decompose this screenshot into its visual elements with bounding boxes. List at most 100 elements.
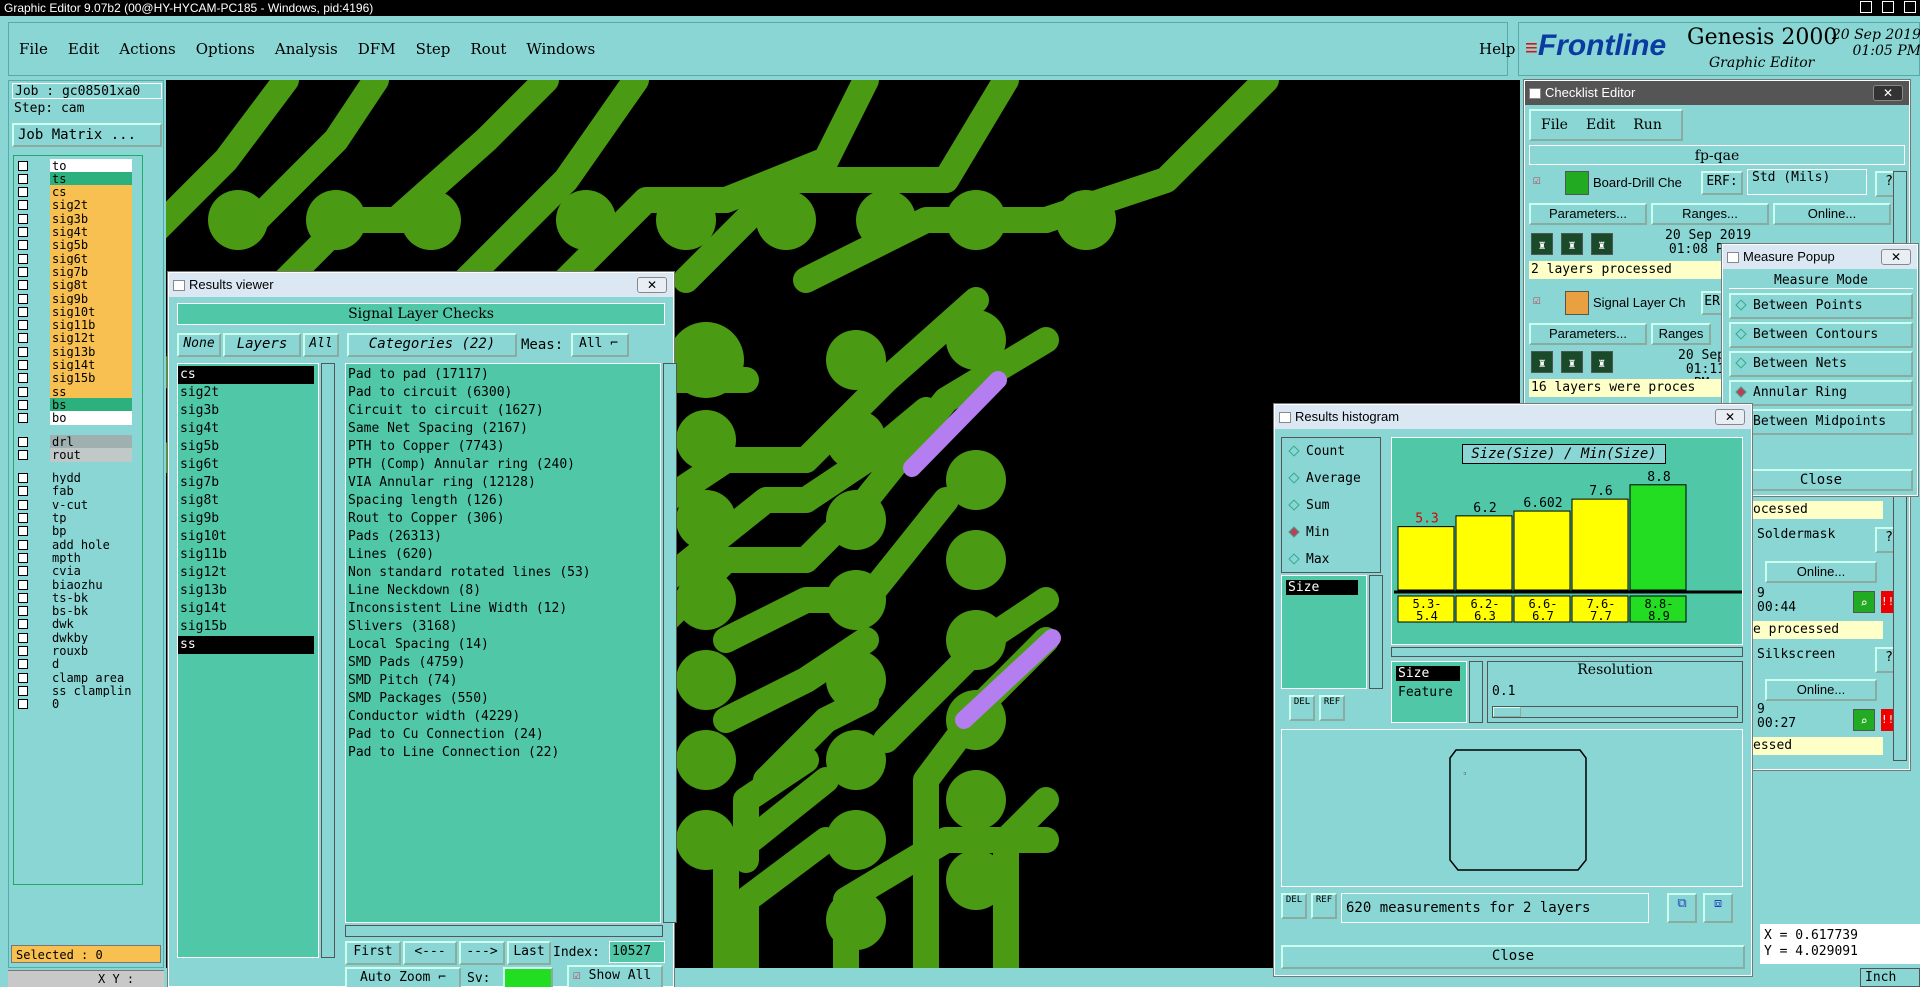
layers-all-button[interactable]: All [303,333,339,357]
category-item[interactable]: PTH to Copper (7743) [346,438,660,456]
checklist-menu-file[interactable]: File [1541,117,1568,133]
layer-item[interactable]: sig10t [178,528,318,546]
layers-list[interactable]: cs sig2t sig3b sig4t sig5b sig6t sig7b sig8t sig… [177,363,319,958]
item3-zoom-icon[interactable]: ⌕ [1853,591,1875,613]
del-button[interactable]: DEL [1289,695,1315,721]
layer-checkbox[interactable] [18,632,28,643]
layer-item[interactable]: sig3b [178,402,318,420]
menu-options[interactable]: Options [186,40,265,58]
menu-rout[interactable]: Rout [460,40,516,58]
category-item[interactable]: Slivers (3168) [346,618,660,636]
index-field[interactable]: 10527 [609,941,665,963]
category-item[interactable]: Same Net Spacing (2167) [346,420,660,438]
layer-checkbox[interactable] [18,346,28,357]
layer-checkbox[interactable] [18,399,28,410]
layer-checkbox[interactable] [18,227,28,237]
sv-color-select[interactable] [503,967,553,987]
item1-parameters-button[interactable]: Parameters... [1529,203,1647,225]
layer-item[interactable]: sig8t [178,492,318,510]
item4-online-button[interactable]: Online... [1765,679,1877,701]
layer-item[interactable]: cs [178,366,314,384]
layer-checkbox[interactable] [18,187,28,198]
histogram-close-button[interactable]: Close [1281,945,1745,969]
category-item[interactable]: Lines (620) [346,546,660,564]
field-list[interactable]: Size [1281,575,1367,689]
layer-checkbox[interactable] [18,526,28,537]
checklist-menu-run[interactable]: Run [1633,117,1662,133]
layer-checkbox[interactable] [18,173,28,184]
item1-erf-value[interactable]: Std (Mils) [1747,169,1867,195]
layer-name[interactable]: rout [50,447,132,462]
ref-button[interactable]: REF [1319,695,1345,721]
category-item[interactable]: Pad to pad (17117) [346,366,660,384]
layer-checkbox[interactable] [18,293,28,304]
item2-ranges-button[interactable]: Ranges [1651,323,1711,345]
category-item[interactable]: Pad to Line Connection (22) [346,744,660,762]
item3-online-button[interactable]: Online... [1765,561,1877,583]
layer-checkbox[interactable] [18,386,28,397]
layer-checkbox[interactable] [18,306,28,317]
category-item[interactable]: Local Spacing (14) [346,636,660,654]
menu-dfm[interactable]: DFM [348,40,406,58]
item1-erf-button[interactable]: ERF: [1701,171,1743,195]
stat-option-min[interactable]: Min [1282,519,1380,546]
categories-list[interactable]: Pad to pad (17117) Pad to circuit (6300) C… [345,363,661,923]
layer-row-0[interactable]: 0 [14,697,144,712]
layer-item[interactable]: sig13b [178,582,318,600]
layer-checkbox[interactable] [18,685,28,696]
category-item[interactable]: Line Neckdown (8) [346,582,660,600]
stat-option-max[interactable]: Max [1282,546,1380,573]
axis-scrollbar[interactable] [1469,661,1483,723]
layer-checkbox[interactable] [18,619,28,630]
item2-run-icons[interactable]: ♜ ♜ ♜ [1531,351,1613,373]
show-all-toggle[interactable]: ☑ Show All [567,965,663,987]
category-item[interactable]: Conductor width (4229) [346,708,660,726]
stat-option-average[interactable]: Average [1282,465,1380,492]
layer-checkbox[interactable] [18,266,28,277]
layer-checkbox[interactable] [18,473,28,484]
layer-checkbox[interactable] [18,360,28,370]
units-indicator[interactable]: Inch [1860,968,1920,987]
category-item[interactable]: Circuit to circuit (1627) [346,402,660,420]
item4-zoom-icon[interactable]: ⌕ [1853,709,1875,731]
categories-tab[interactable]: Categories (22) [347,333,517,357]
layer-checkbox[interactable] [18,436,28,447]
item2-parameters-button[interactable]: Parameters... [1529,323,1647,345]
layer-checkbox[interactable] [18,579,28,590]
layer-item[interactable]: sig15b [178,618,318,636]
menu-windows[interactable]: Windows [516,40,605,58]
layer-checkbox[interactable] [18,253,28,264]
category-item[interactable]: SMD Pitch (74) [346,672,660,690]
ref-button-2[interactable]: REF [1311,893,1337,919]
layers-scrollbar[interactable] [321,363,335,958]
category-item[interactable]: Non standard rotated lines (53) [346,564,660,582]
item2-checkbox[interactable]: ☑ [1533,293,1541,308]
layer-checkbox[interactable] [18,592,28,603]
menu-step[interactable]: Step [406,40,461,58]
chart-hscroll[interactable] [1391,647,1743,657]
axis-list[interactable]: Size Feature [1391,661,1467,723]
layer-item[interactable]: sig12t [178,564,318,582]
layer-checkbox[interactable] [18,240,28,251]
layer-checkbox[interactable] [18,200,28,211]
menu-edit[interactable]: Edit [58,40,109,58]
stat-option-sum[interactable]: Sum [1282,492,1380,519]
layer-checkbox[interactable] [18,513,28,523]
layer-item[interactable]: sig11b [178,546,318,564]
close-icon[interactable]: ✕ [637,277,667,293]
checklist-menu-edit[interactable]: Edit [1586,117,1615,133]
layer-row-bo[interactable]: bo [14,411,144,426]
layer-checkbox[interactable] [18,659,28,670]
close-icon[interactable]: ✕ [1873,85,1903,101]
measure-option-3[interactable]: Annular Ring [1729,380,1913,406]
category-item[interactable]: Inconsistent Line Width (12) [346,600,660,618]
category-item[interactable]: SMD Pads (4759) [346,654,660,672]
categories-hscroll[interactable] [345,925,663,937]
item1-checkbox[interactable]: ☑ [1533,173,1541,188]
category-item[interactable]: PTH (Comp) Annular ring (240) [346,456,660,474]
close-button[interactable] [1904,1,1916,13]
layer-checkbox[interactable] [18,566,28,577]
item1-ranges-button[interactable]: Ranges... [1651,203,1769,225]
layer-item[interactable]: sig4t [178,420,318,438]
measure-option-1[interactable]: Between Contours [1729,322,1913,348]
